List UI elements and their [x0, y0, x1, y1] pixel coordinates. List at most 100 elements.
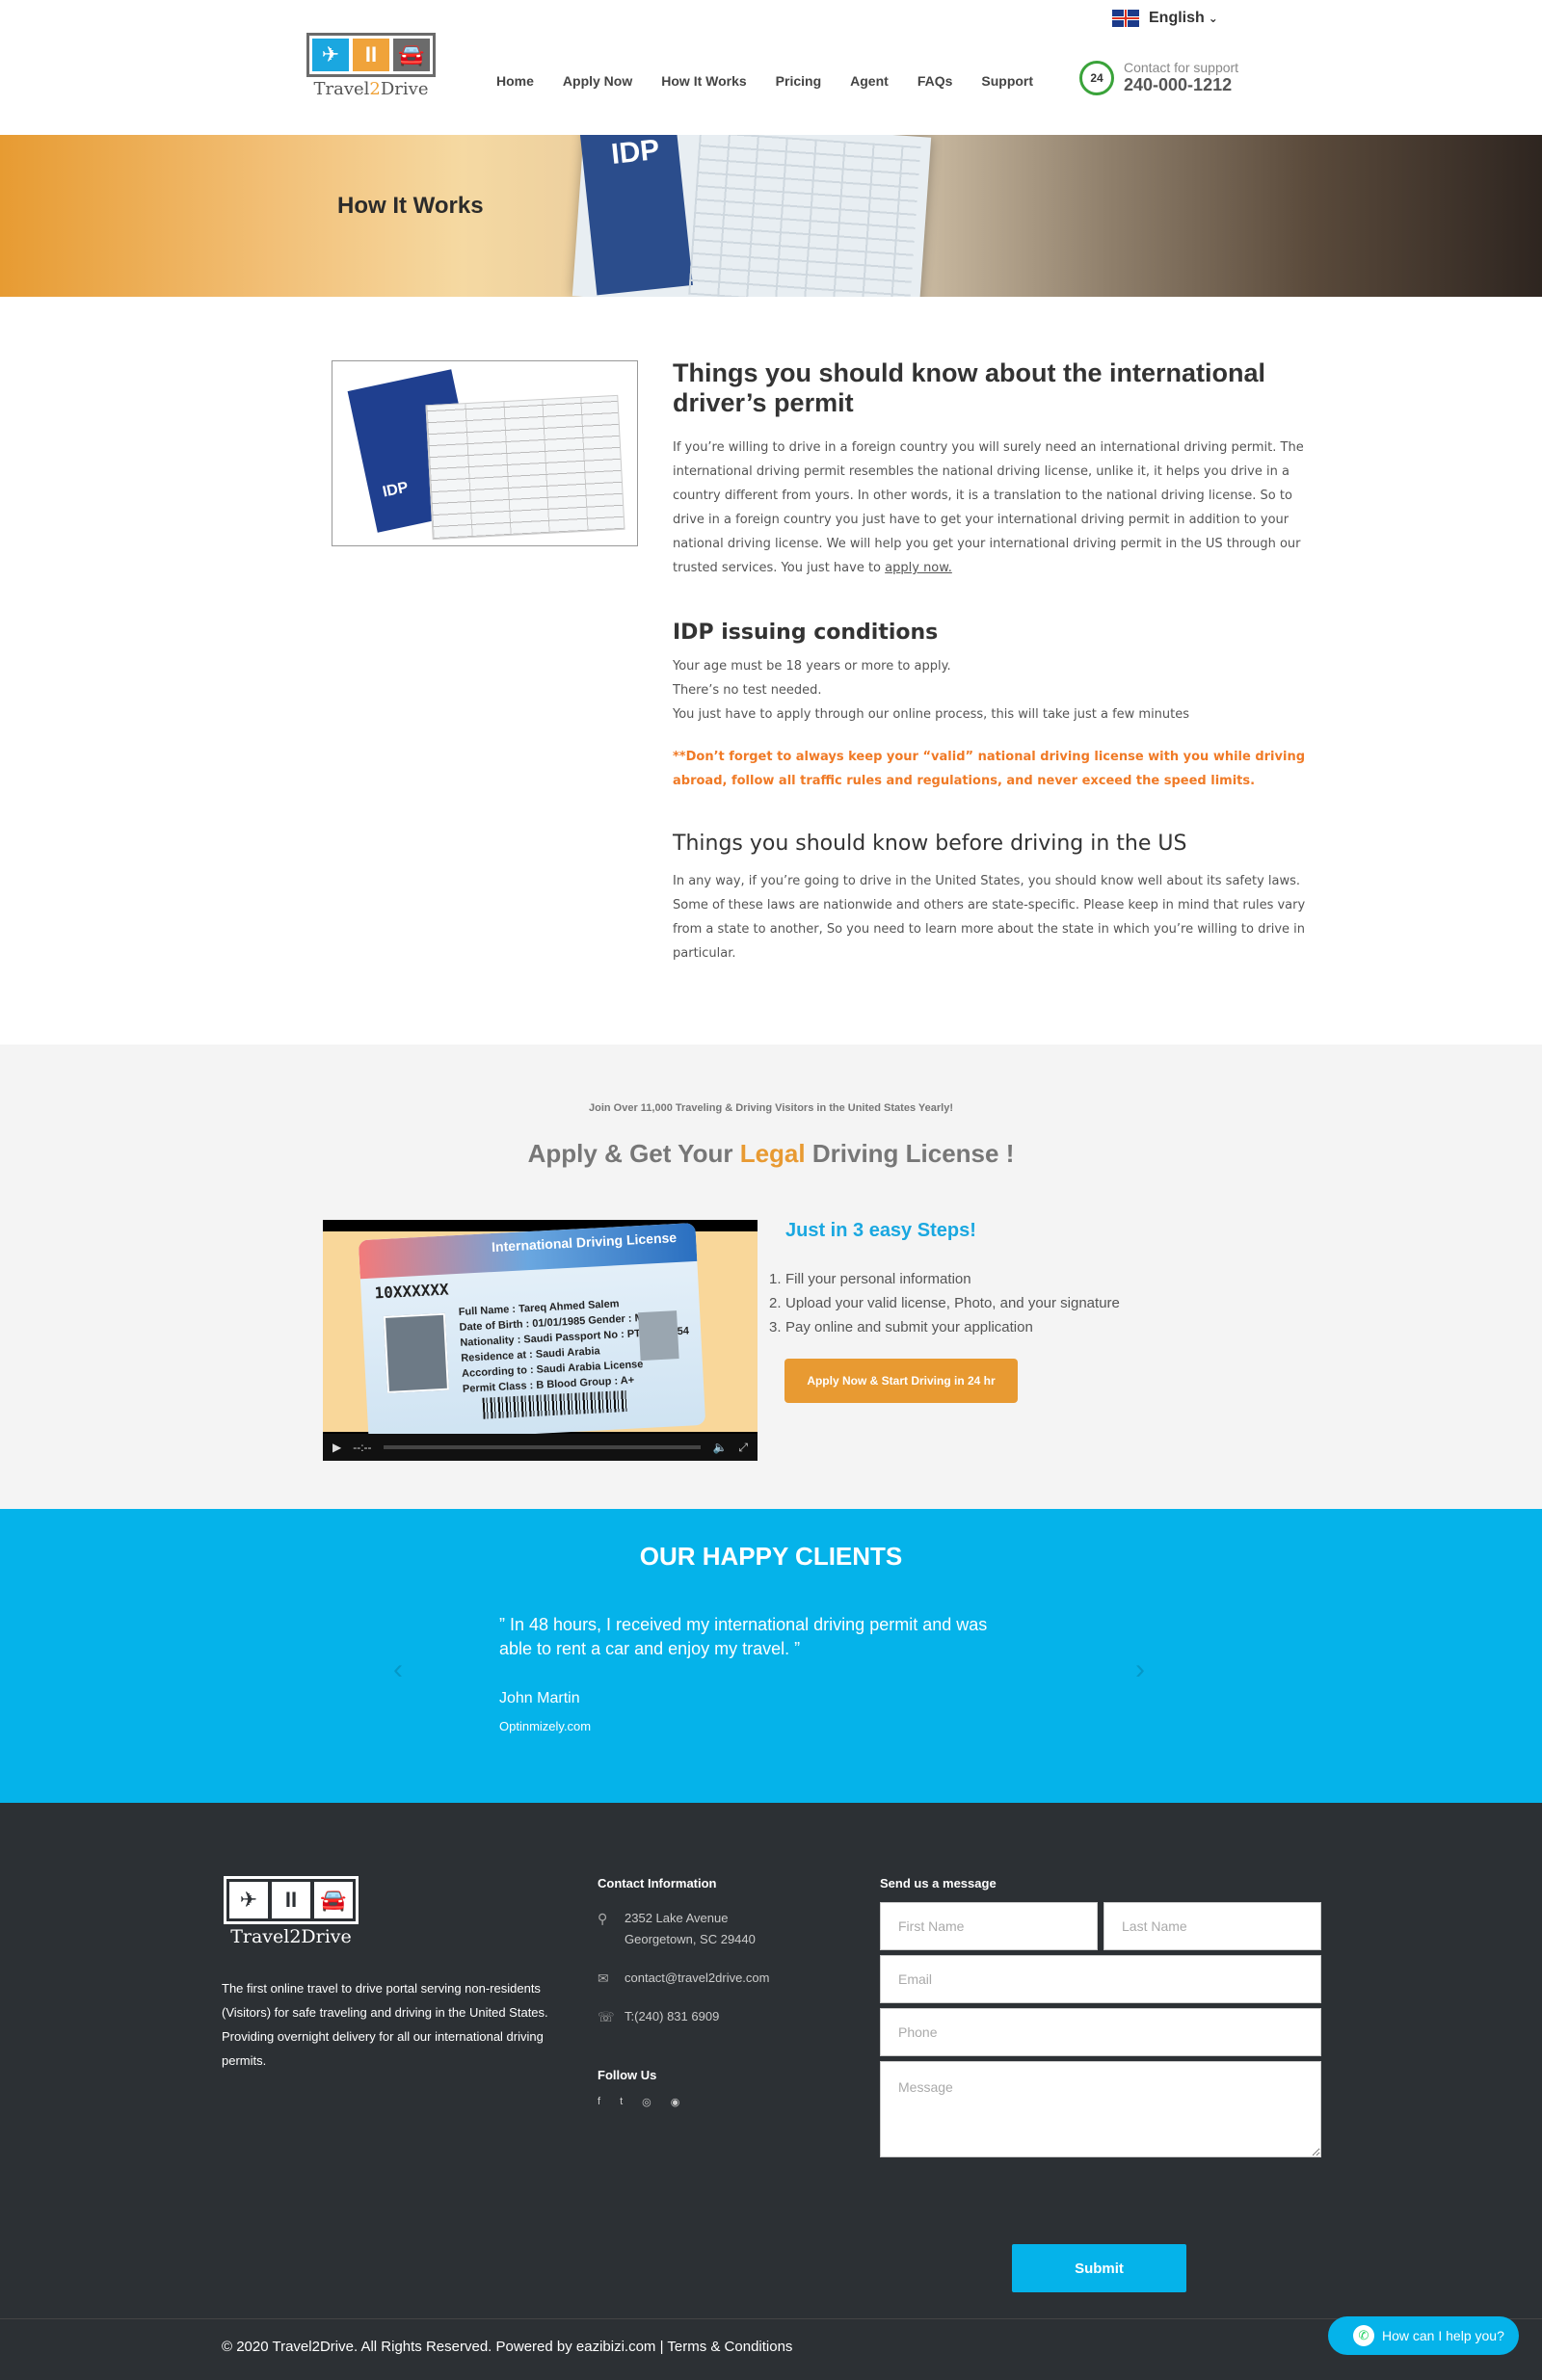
social-links: f t ◎ ◉ — [598, 2096, 769, 2108]
support-contact[interactable]: 24 Contact for support 240-000-1212 — [1079, 60, 1238, 95]
form-heading: Send us a message — [880, 1876, 997, 1891]
intro-section: IDP Things you should know about the int… — [0, 297, 1542, 1045]
logo-mark: ✈ II 🚘 — [306, 33, 436, 77]
map-pin-icon: ⚲ — [598, 1911, 608, 1926]
nav-agent[interactable]: Agent — [850, 73, 889, 89]
page-title: How It Works — [337, 193, 484, 219]
main-nav: Home Apply Now How It Works Pricing Agen… — [496, 73, 1033, 89]
testimonial-name: John Martin — [499, 1690, 580, 1706]
step-item: 3. Pay online and submit your application — [769, 1319, 1033, 1335]
last-name-input[interactable] — [1103, 1902, 1321, 1950]
testimonial-quote: ” In 48 hours, I received my internation… — [499, 1615, 988, 1658]
play-icon[interactable]: ▶ — [332, 1441, 341, 1454]
apply-now-button[interactable]: Apply Now & Start Driving in 24 hr — [784, 1359, 1018, 1403]
pinterest-icon[interactable]: ◉ — [671, 2096, 680, 2108]
follow-heading: Follow Us — [598, 2068, 657, 2082]
banner-idp-image: IDP — [572, 135, 932, 297]
intro-paragraph: If you’re willing to drive in a foreign … — [673, 440, 1304, 575]
message-input[interactable] — [880, 2061, 1321, 2157]
nav-how-it-works[interactable]: How It Works — [661, 73, 746, 89]
phone-icon: ☏ — [598, 2009, 615, 2024]
condition-item: There’s no test needed. — [673, 683, 822, 698]
video-time: --:-- — [353, 1441, 372, 1454]
conditions-heading: IDP issuing conditions — [673, 621, 939, 645]
fullscreen-icon[interactable]: ⤢ — [738, 1441, 748, 1455]
site-header: ✈ II 🚘 Travel2Drive English ⌄ Home Apply… — [0, 0, 1542, 135]
video-progress[interactable] — [383, 1445, 702, 1449]
apply-title: Apply & Get Your Legal Driving License ! — [527, 1139, 1015, 1168]
permit-book-image — [425, 394, 625, 541]
step-item: 1. Fill your personal information — [769, 1271, 971, 1287]
logo-text: Travel2Drive — [313, 79, 429, 99]
twitter-icon[interactable]: t — [620, 2096, 623, 2108]
us-heading: Things you should know before driving in… — [673, 832, 1187, 856]
support-phone: 240-000-1212 — [1124, 75, 1233, 94]
license-card-image: International Driving License 10XXXXXX F… — [358, 1222, 706, 1443]
plane-icon: ✈ — [312, 39, 349, 71]
apply-section: Join Over 11,000 Traveling & Driving Vis… — [0, 1045, 1542, 1509]
support-24-icon: 24 — [1079, 60, 1114, 95]
nav-apply-now[interactable]: Apply Now — [563, 73, 632, 89]
plane-icon: ✈ — [229, 1882, 268, 1918]
conditions-list: Your age must be 18 years or more to app… — [673, 654, 1313, 727]
whatsapp-chat-button[interactable]: ✆ How can I help you? — [1328, 2316, 1519, 2355]
license-photo — [383, 1312, 450, 1393]
site-logo[interactable]: ✈ II 🚘 Travel2Drive — [306, 33, 436, 100]
address-row: ⚲ 2352 Lake Avenue Georgetown, SC 29440 — [598, 1908, 769, 1950]
nav-pricing[interactable]: Pricing — [776, 73, 821, 89]
nav-support[interactable]: Support — [981, 73, 1033, 89]
intro-text: Things you should know about the interna… — [673, 358, 1313, 965]
testimonials-title: OUR HAPPY CLIENTS — [639, 1542, 903, 1571]
nav-home[interactable]: Home — [496, 73, 534, 89]
footer-bottom-bar: © 2020 Travel2Drive. All Rights Reserved… — [0, 2318, 1542, 2380]
email-input[interactable] — [880, 1955, 1321, 2003]
chevron-down-icon: ⌄ — [1208, 12, 1218, 25]
license-photo-small — [638, 1310, 679, 1362]
language-selector[interactable]: English ⌄ — [1112, 10, 1218, 27]
prev-arrow-icon[interactable]: ‹ — [393, 1653, 403, 1686]
phone-input[interactable] — [880, 2008, 1321, 2056]
volume-icon[interactable]: 🔈 — [712, 1441, 727, 1454]
copyright: © 2020 Travel2Drive. All Rights Reserved… — [222, 2339, 793, 2355]
page-banner: IDP How It Works — [0, 135, 1542, 297]
footer-phone[interactable]: T:(240) 831 6909 — [625, 2006, 719, 2027]
email-row[interactable]: ✉ contact@travel2drive.com — [598, 1968, 769, 1989]
phone-row[interactable]: ☏ T:(240) 831 6909 — [598, 2006, 769, 2027]
next-arrow-icon[interactable]: › — [1135, 1653, 1145, 1686]
pause-icon: II — [272, 1882, 310, 1918]
intro-heading: Things you should know about the interna… — [673, 358, 1265, 417]
facebook-icon[interactable]: f — [598, 2096, 600, 2108]
site-footer: ✈ II 🚘 Travel2Drive The first online tra… — [0, 1803, 1542, 2318]
condition-item: You just have to apply through our onlin… — [673, 707, 1190, 722]
contact-heading: Contact Information — [598, 1876, 717, 1891]
testimonials-section: OUR HAPPY CLIENTS ‹ ” In 48 hours, I rec… — [0, 1509, 1542, 1803]
nav-faqs[interactable]: FAQs — [917, 73, 953, 89]
car-icon: 🚘 — [314, 1882, 353, 1918]
car-icon: 🚘 — [393, 39, 430, 71]
footer-logo-text: Travel2Drive — [230, 1926, 352, 1947]
dribbble-icon[interactable]: ◎ — [642, 2096, 651, 2108]
whatsapp-icon: ✆ — [1353, 2325, 1374, 2346]
footer-logo[interactable]: ✈ II 🚘 Travel2Drive — [224, 1876, 359, 1947]
video-player[interactable]: International Driving License 10XXXXXX F… — [323, 1220, 758, 1461]
warning-note: **Don’t forget to always keep your “vali… — [673, 750, 1305, 788]
footer-about: The first online travel to drive portal … — [222, 1981, 548, 2068]
submit-button[interactable]: Submit — [1012, 2244, 1186, 2292]
condition-item: Your age must be 18 years or more to app… — [673, 659, 951, 674]
idp-booklet-image: IDP — [332, 360, 638, 546]
contact-form: Send us a message Submit — [880, 1876, 1321, 2292]
footer-logo-mark: ✈ II 🚘 — [224, 1876, 359, 1924]
us-paragraph: In any way, if you’re going to drive in … — [673, 874, 1306, 961]
support-label: Contact for support — [1124, 60, 1239, 75]
language-label: English — [1149, 10, 1205, 26]
envelope-icon: ✉ — [598, 1970, 609, 1986]
first-name-input[interactable] — [880, 1902, 1098, 1950]
footer-email[interactable]: contact@travel2drive.com — [625, 1968, 769, 1989]
pause-icon: II — [353, 39, 389, 71]
whatsapp-label: How can I help you? — [1382, 2328, 1504, 2343]
uk-flag-icon — [1112, 10, 1139, 27]
apply-now-link[interactable]: apply now. — [885, 561, 952, 575]
testimonial-site: Optinmizely.com — [499, 1719, 592, 1733]
steps-title: Just in 3 easy Steps! — [785, 1220, 976, 1241]
step-item: 2. Upload your valid license, Photo, and … — [769, 1295, 1120, 1311]
